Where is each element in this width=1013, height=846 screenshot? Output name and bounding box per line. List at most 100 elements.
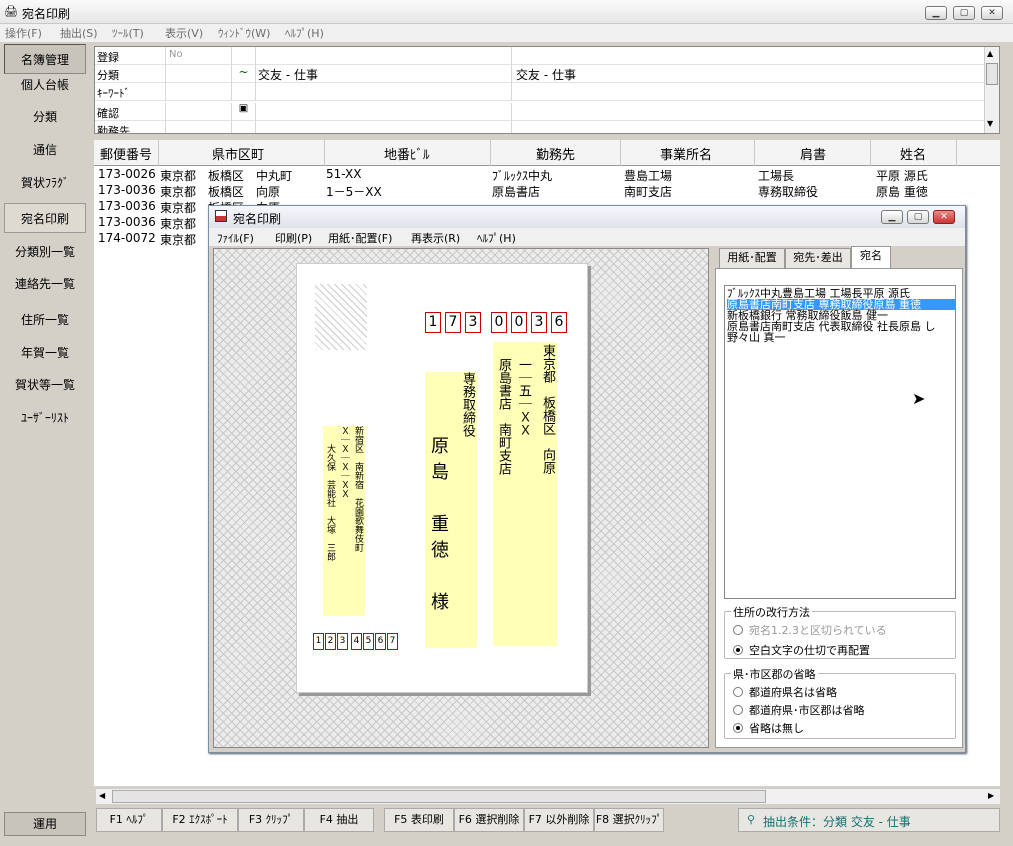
dialog-maximize-button[interactable]: ▢ <box>907 210 929 224</box>
form-value-to[interactable] <box>511 121 984 133</box>
scroll-right-icon[interactable]: ▶ <box>988 791 994 800</box>
sidebar-item-bunrui-list[interactable]: 分類別一覧 <box>4 237 86 267</box>
dialog-menu-print[interactable]: 印刷(P) <box>275 230 312 246</box>
column-header-name[interactable]: 姓名 <box>900 144 926 163</box>
radio-label: 省略は無し <box>749 722 804 735</box>
close-button[interactable]: ✕ <box>981 6 1003 20</box>
menu-tools[interactable]: ﾂｰﾙ(T) <box>112 25 144 41</box>
menu-window[interactable]: ｳｨﾝﾄﾞｳ(W) <box>218 25 270 41</box>
dialog-menu-help[interactable]: ﾍﾙﾌﾟ(H) <box>477 230 516 246</box>
minimize-button[interactable]: ▁ <box>925 6 947 20</box>
column-header-company[interactable]: 勤務先 <box>536 144 575 163</box>
menu-help[interactable]: ﾍﾙﾌﾟ(H) <box>285 25 324 41</box>
form-mark[interactable] <box>231 121 255 133</box>
column-header-position[interactable]: 肩書 <box>800 144 826 163</box>
form-label: 勤務先 <box>97 125 130 134</box>
check-icon[interactable]: ▣ <box>231 103 255 121</box>
sender-zip-digit: 1 <box>313 633 324 650</box>
dialog-minimize-button[interactable]: ▁ <box>881 210 903 224</box>
form-value-to[interactable] <box>511 47 984 65</box>
grid-hscrollbar[interactable]: ◀ ▶ <box>96 788 1000 804</box>
radio-no-omission[interactable]: 省略は無し <box>733 720 804 736</box>
tab-recipient-sender[interactable]: 宛先･差出 <box>785 248 851 268</box>
dialog-menu-refresh[interactable]: 再表示(R) <box>411 230 460 246</box>
sidebar-item-tsushin[interactable]: 通信 <box>4 135 86 165</box>
form-value-from[interactable]: 交友 - 仕事 <box>255 65 511 83</box>
form-value-to[interactable] <box>511 83 984 101</box>
dialog-menu-paper[interactable]: 用紙･配置(F) <box>328 230 392 246</box>
column-header-address[interactable]: 地番ﾋﾞﾙ <box>384 144 430 163</box>
sidebar-item-kojin[interactable]: 個人台帳 <box>4 70 86 100</box>
form-value-from[interactable] <box>255 121 511 133</box>
table-row[interactable]: 173-0036 東京都 板橋区 向原 1－5－XX 原島書店 南町支店 専務取… <box>94 182 1000 199</box>
menu-operation[interactable]: 操作(F) <box>5 25 42 41</box>
form-value-to[interactable] <box>511 103 984 121</box>
recipient-list[interactable]: ﾌﾞﾙｯｸｽ中丸豊島工場 工場長平原 源氏 原島書店南町支店 専務取締役原島 重… <box>724 285 956 599</box>
radio-omit-prefecture[interactable]: 都道府県名は省略 <box>733 684 837 700</box>
column-header-zip[interactable]: 郵便番号 <box>100 144 152 163</box>
f8-clip-selected-button[interactable]: F8 選択ｸﾘｯﾌﾟ <box>594 808 664 832</box>
sidebar-item-bunrui[interactable]: 分類 <box>4 102 86 132</box>
dialog-close-button[interactable]: ✕ <box>933 210 955 224</box>
column-header-pref[interactable]: 県市区町 <box>212 144 264 163</box>
form-label: 確認 <box>97 107 119 120</box>
f2-export-button[interactable]: F2 ｴｸｽﾎﾟｰﾄ <box>162 808 238 832</box>
table-row[interactable]: 173-0026 東京都 板橋区 中丸町 51-XX ﾌﾞﾙｯｸｽ中丸 豊島工場… <box>94 166 1000 183</box>
atena-print-dialog: 宛名印刷 ▁ ▢ ✕ ﾌｧｲﾙ(F) 印刷(P) 用紙･配置(F) 再表示(R)… <box>208 205 966 753</box>
scroll-left-icon[interactable]: ◀ <box>99 791 105 800</box>
tab-atena[interactable]: 宛名 <box>851 246 891 268</box>
sidebar-item-gajo-flag[interactable]: 賀状ﾌﾗｸﾞ <box>4 168 86 198</box>
f4-extract-button[interactable]: F4 抽出 <box>304 808 374 832</box>
scroll-thumb[interactable] <box>112 790 766 803</box>
form-value-to[interactable]: 交友 - 仕事 <box>511 65 984 83</box>
list-item[interactable]: 野々山 真一 <box>727 332 786 343</box>
form-row: ｷｰﾜｰﾄﾞ <box>95 83 984 101</box>
form-mark[interactable] <box>231 47 255 65</box>
sender-zip-digit: 7 <box>387 633 398 650</box>
sender-zip-digit: 5 <box>363 633 374 650</box>
menu-extract[interactable]: 抽出(S) <box>60 25 98 41</box>
form-value-from[interactable] <box>255 47 511 65</box>
abbreviation-group: 県･市区郡の省略 都道府県名は省略 都道府県･市区郡は省略 省略は無し <box>724 666 956 739</box>
scroll-down-icon[interactable]: ▼ <box>987 119 993 128</box>
f1-help-button[interactable]: F1 ﾍﾙﾌﾟ <box>96 808 162 832</box>
zip-digit: 1 <box>425 312 441 333</box>
radio-omit-prefecture-city[interactable]: 都道府県･市区郡は省略 <box>733 702 865 718</box>
radio-split-by-atena[interactable]: 宛名1.2.3と区切られている <box>733 622 887 638</box>
address-break-group: 住所の改行方法 宛名1.2.3と区切られている 空白文字の仕切で再配置 <box>724 604 956 659</box>
form-value-from[interactable] <box>255 103 511 121</box>
scroll-up-icon[interactable]: ▲ <box>987 49 993 58</box>
radio-icon <box>733 645 743 655</box>
form-mark[interactable]: ~ <box>231 65 255 83</box>
sidebar-item-atena[interactable]: 宛名印刷 <box>4 203 86 233</box>
sidebar: 名簿管理 個人台帳 分類 通信 賀状ﾌﾗｸﾞ 宛名印刷 分類別一覧 連絡先一覧 … <box>0 42 90 846</box>
sidebar-item-jusho[interactable]: 住所一覧 <box>4 305 86 335</box>
form-mark[interactable] <box>231 83 255 101</box>
f3-clip-button[interactable]: F3 ｸﾘｯﾌﾟ <box>238 808 304 832</box>
radio-icon <box>733 723 743 733</box>
sidebar-item-renraku[interactable]: 連絡先一覧 <box>4 269 86 299</box>
dialog-icon <box>215 210 227 222</box>
form-value-from[interactable] <box>255 83 511 101</box>
menu-view[interactable]: 表示(V) <box>165 25 203 41</box>
radio-label: 宛名1.2.3と区切られている <box>749 624 887 637</box>
scroll-thumb[interactable] <box>986 63 998 85</box>
cell-pref: 東京都 <box>160 233 197 247</box>
sidebar-item-nenga[interactable]: 年賀一覧 <box>4 338 86 368</box>
f5-print-table-button[interactable]: F5 表印刷 <box>384 808 454 832</box>
maximize-button[interactable]: ▢ <box>953 6 975 20</box>
form-scrollbar[interactable]: ▲ ▼ <box>984 47 999 133</box>
column-header-office[interactable]: 事業所名 <box>660 144 712 163</box>
group-title: 住所の改行方法 <box>731 604 812 620</box>
sidebar-item-user-list[interactable]: ﾕｰｻﾞｰﾘｽﾄ <box>4 403 86 433</box>
cell-address: 51-XX <box>326 167 362 181</box>
f7-delete-others-button[interactable]: F7 以外削除 <box>524 808 594 832</box>
unyo-button[interactable]: 運用 <box>4 812 86 836</box>
sidebar-item-gajo-list[interactable]: 賀状等一覧 <box>4 370 86 400</box>
sender-address2: Ｘ｜Ｘ｜Ｘ｜ＸＸ <box>337 426 351 616</box>
dialog-title: 宛名印刷 <box>233 212 282 226</box>
f6-delete-selected-button[interactable]: F6 選択削除 <box>454 808 524 832</box>
radio-split-by-space[interactable]: 空白文字の仕切で再配置 <box>733 642 870 658</box>
tab-paper-layout[interactable]: 用紙･配置 <box>719 248 785 268</box>
dialog-menu-file[interactable]: ﾌｧｲﾙ(F) <box>217 230 254 246</box>
